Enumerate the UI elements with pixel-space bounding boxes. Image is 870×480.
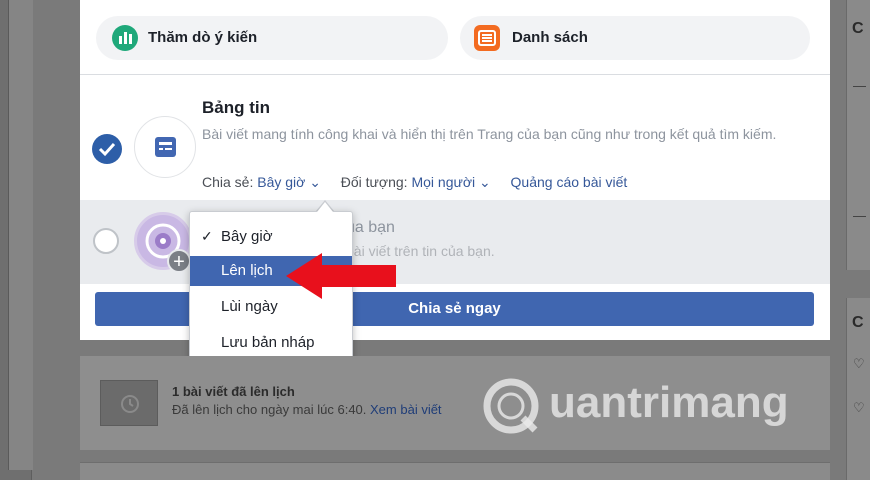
check-icon	[98, 142, 116, 157]
menu-item-now[interactable]: ✓ Bây giờ	[190, 222, 352, 252]
list-button[interactable]: Danh sách	[460, 16, 810, 60]
view-post-link[interactable]: Xem bài viết	[370, 402, 442, 417]
divider	[80, 74, 830, 75]
share-time-dropdown[interactable]: Bây giờ ⌄	[257, 174, 321, 190]
news-feed-title: Bảng tin	[202, 98, 270, 117]
poll-icon	[112, 25, 138, 51]
right-card-heading-2: C	[852, 314, 864, 331]
list-label: Danh sách	[512, 29, 588, 46]
watermark-text: uantrimang	[549, 378, 789, 427]
chevron-down-icon: ⌄	[479, 174, 491, 190]
check-icon: ✓	[201, 228, 213, 244]
poll-button[interactable]: Thăm dò ý kiến	[96, 16, 448, 60]
audience-dropdown[interactable]: Mọi người ⌄	[411, 174, 490, 190]
right-card-heading: C	[852, 20, 864, 37]
share-prefix: Chia sẻ:	[202, 174, 254, 190]
watermark: uantrimang	[481, 376, 811, 436]
pointer-arrow	[286, 253, 396, 299]
scheduled-posts-title: 1 bài viết đã lên lịch	[172, 384, 295, 399]
background-right-card: C ― ―	[846, 0, 870, 270]
background-next-card	[80, 462, 830, 480]
story-radio[interactable]	[93, 228, 119, 254]
poll-label: Thăm dò ý kiến	[148, 29, 258, 46]
news-feed-options: Chia sẻ: Bây giờ ⌄ Đối tượng: Mọi người …	[202, 174, 627, 191]
scheduled-posts-description: Đã lên lịch cho ngày mai lúc 6:40. Xem b…	[172, 402, 442, 417]
chevron-down-icon: ⌄	[309, 174, 321, 190]
watermark-logo-icon	[483, 378, 539, 434]
menu-item-save-draft[interactable]: Lưu bản nháp	[190, 328, 352, 358]
clock-icon	[100, 380, 158, 426]
background-left-column	[0, 0, 33, 480]
news-feed-description: Bài viết mang tính công khai và hiển thị…	[202, 126, 777, 142]
news-feed-radio[interactable]	[92, 134, 122, 164]
news-feed-icon	[134, 116, 196, 178]
audience-prefix: Đối tượng:	[340, 174, 408, 190]
list-icon	[474, 25, 500, 51]
story-title: ủa bạn	[346, 219, 395, 236]
boost-post-link[interactable]: Quảng cáo bài viết	[511, 174, 628, 190]
background-right-card-2: C ♡ ♡	[846, 298, 870, 480]
plus-icon: +	[167, 249, 191, 273]
